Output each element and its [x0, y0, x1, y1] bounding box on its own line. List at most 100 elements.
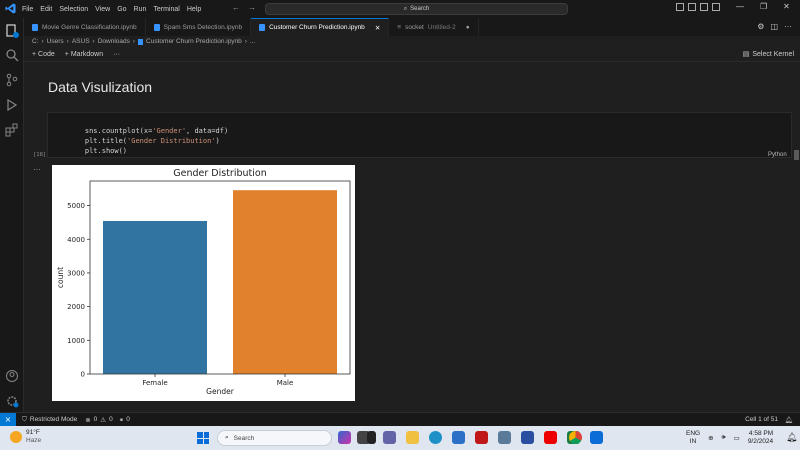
- back-arrow-icon[interactable]: ←: [232, 3, 240, 12]
- shield-icon: ⛉: [22, 415, 27, 423]
- tab-socket[interactable]: ≡ socket Untitled-2 ●: [389, 18, 479, 36]
- vscode-app-icon[interactable]: [590, 431, 603, 444]
- editor-tab-bar: Movie Genre Classification.ipynb Spam Sm…: [24, 18, 800, 36]
- customize-layout-icon[interactable]: [712, 3, 720, 11]
- menu-selection[interactable]: Selection: [59, 6, 88, 13]
- code-line-3-text: plt.show(): [84, 147, 128, 155]
- accounts-icon[interactable]: [5, 369, 19, 383]
- settings-sync-icon[interactable]: ⚙: [757, 22, 764, 31]
- close-tab-icon[interactable]: ✕: [375, 24, 380, 32]
- scrollbar-thumb[interactable]: [794, 150, 799, 160]
- source-control-icon[interactable]: [5, 73, 19, 87]
- problems-button[interactable]: ⊗ 0 ⚠ 0: [85, 416, 113, 424]
- vertical-scrollbar[interactable]: [792, 62, 800, 412]
- output-actions-button[interactable]: ···: [33, 165, 41, 174]
- chrome-browser-icon[interactable]: [569, 431, 582, 444]
- title-bar: File Edit Selection View Go Run Terminal…: [0, 0, 800, 18]
- ports-button[interactable]: ⚭ 0: [119, 416, 130, 424]
- x-tick-label: Male: [277, 379, 294, 387]
- markdown-heading[interactable]: Data Visulization: [48, 79, 152, 95]
- code-line-3[interactable]: plt.show(): [68, 139, 127, 163]
- add-code-cell-button[interactable]: + Code: [32, 51, 55, 58]
- taskbar-search-box[interactable]: ⌕ Search: [217, 430, 332, 446]
- mcafee-app-icon[interactable]: [475, 431, 488, 444]
- camera-app-icon[interactable]: [498, 431, 511, 444]
- y-tick-label: 1000: [67, 337, 85, 345]
- activity-bar: [0, 18, 24, 412]
- split-editor-icon[interactable]: ◫: [770, 22, 778, 31]
- bar-female: [103, 220, 207, 374]
- command-center-label: Search: [410, 6, 430, 12]
- unsaved-dot-icon[interactable]: ●: [466, 24, 470, 31]
- y-tick-label: 5000: [67, 202, 85, 210]
- select-kernel-button[interactable]: ▤ Select Kernel: [742, 50, 794, 59]
- battery-icon[interactable]: ▭: [734, 434, 740, 442]
- youtube-app-icon[interactable]: [544, 431, 557, 444]
- execution-count: [18]: [33, 152, 47, 158]
- search-icon: ⌕: [225, 434, 229, 441]
- notifications-bell-icon[interactable]: 🔔︎: [785, 416, 793, 424]
- file-explorer-icon[interactable]: [406, 431, 419, 444]
- system-tray: ENG IN ⊕ 🕪︎ ▭ 4:58 PM 9/2/2024: [686, 430, 773, 446]
- toolbar-more-button[interactable]: ···: [113, 51, 120, 58]
- toggle-primary-sidebar-icon[interactable]: [676, 3, 684, 11]
- photos-app-icon[interactable]: [367, 431, 376, 444]
- ports-icon: ⚭: [118, 416, 125, 424]
- windows-taskbar: 91°F Haze ⌕ Search ENG IN ⊕ 🕪︎ ▭ 4:58 PM…: [0, 426, 800, 450]
- weather-widget[interactable]: 91°F Haze: [10, 429, 41, 445]
- menu-help[interactable]: Help: [187, 6, 201, 13]
- plot-output: Gender Distribution Female Male 0 1000 2000 30…: [52, 165, 355, 401]
- teams-app-icon[interactable]: [383, 431, 396, 444]
- start-windows-icon[interactable]: [197, 432, 209, 444]
- menu-go[interactable]: Go: [117, 6, 126, 13]
- restricted-mode-button[interactable]: ⛉ Restricted Mode: [22, 416, 77, 424]
- bar-male: [233, 190, 337, 374]
- tab-spam-sms[interactable]: Spam Sms Detection.ipynb: [146, 18, 252, 36]
- menu-run[interactable]: Run: [134, 6, 147, 13]
- notebook-toolbar: + Code + Markdown ··· ▤ Select Kernel: [24, 48, 800, 62]
- minimize-icon[interactable]: —: [736, 2, 744, 11]
- x-axis-label: Gender: [206, 387, 235, 396]
- add-markdown-cell-button[interactable]: + Markdown: [65, 51, 103, 58]
- notification-center-icon[interactable]: 🔔︎: [786, 432, 797, 443]
- menu-file[interactable]: File: [22, 6, 33, 13]
- store-app-icon[interactable]: [452, 431, 465, 444]
- edge-browser-icon[interactable]: [429, 431, 442, 444]
- manage-gear-icon[interactable]: [5, 394, 19, 408]
- menu-view[interactable]: View: [95, 6, 110, 13]
- nav-arrows: ← →: [232, 3, 256, 12]
- menu-bar: File Edit Selection View Go Run Terminal…: [22, 6, 201, 13]
- command-center-search[interactable]: ⌕ Search: [265, 3, 568, 15]
- cell-language-button[interactable]: Python: [768, 152, 787, 158]
- tab-customer-churn[interactable]: Customer Churn Prediction.ipynb ✕: [251, 18, 390, 36]
- toggle-panel-icon[interactable]: [688, 3, 696, 11]
- extensions-icon[interactable]: [5, 123, 19, 137]
- warning-icon: ⚠: [100, 416, 107, 424]
- code-cell[interactable]: sns.countplot(x='Gender', data=df) plt.t…: [47, 112, 792, 158]
- toggle-secondary-sidebar-icon[interactable]: [700, 3, 708, 11]
- run-debug-icon[interactable]: [5, 98, 19, 112]
- more-actions-icon[interactable]: ···: [784, 22, 792, 31]
- restore-icon[interactable]: ❐: [760, 2, 767, 11]
- clock[interactable]: 4:58 PM 9/2/2024: [748, 430, 773, 446]
- network-globe-icon[interactable]: ⊕: [708, 434, 713, 442]
- notebook-icon: [153, 23, 160, 31]
- volume-icon[interactable]: 🕪︎: [722, 434, 726, 442]
- close-window-icon[interactable]: ✕: [783, 2, 790, 11]
- menu-edit[interactable]: Edit: [40, 6, 52, 13]
- error-icon: ⊗: [85, 416, 91, 424]
- cell-indicator[interactable]: Cell 1 of 51: [745, 416, 778, 423]
- bar-chart: Gender Distribution Female Male 0 1000 2000 30…: [56, 168, 351, 396]
- language-indicator[interactable]: ENG IN: [686, 430, 700, 446]
- copilot-app-icon[interactable]: [338, 431, 351, 444]
- menu-terminal[interactable]: Terminal: [153, 6, 179, 13]
- forward-arrow-icon[interactable]: →: [248, 3, 256, 12]
- kernel-icon: ▤: [742, 51, 750, 58]
- tab-movie-genre[interactable]: Movie Genre Classification.ipynb: [24, 18, 146, 36]
- y-axis-label: count: [56, 267, 65, 288]
- explorer-icon[interactable]: [5, 24, 19, 38]
- remote-indicator-icon[interactable]: ⨯: [0, 412, 16, 427]
- editor-app-icon[interactable]: [521, 431, 534, 444]
- y-tick-label: 4000: [67, 236, 85, 244]
- search-icon[interactable]: [5, 48, 19, 62]
